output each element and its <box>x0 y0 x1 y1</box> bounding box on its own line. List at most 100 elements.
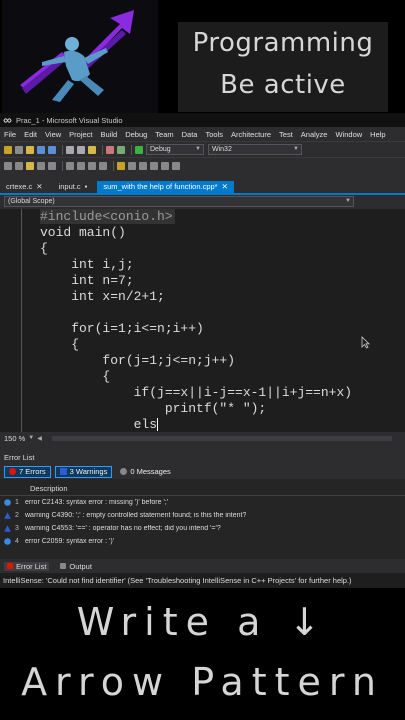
zoom-level[interactable]: 150 % <box>4 434 25 443</box>
warnings-filter-button[interactable]: 3 Warnings <box>54 465 113 478</box>
class-view-icon[interactable] <box>128 161 136 170</box>
start-debugging-icon[interactable] <box>135 145 143 154</box>
configuration-select[interactable]: Debug ▼ <box>146 144 204 155</box>
code-line-5: int n=7; <box>40 273 134 288</box>
scroll-left-icon[interactable]: ◀ <box>37 435 42 442</box>
menu-window[interactable]: Window <box>335 130 362 139</box>
save-all-icon[interactable] <box>48 145 56 154</box>
tab-error-list[interactable]: Error List <box>4 561 50 571</box>
close-icon[interactable]: ✕ <box>36 182 42 191</box>
tab-sum-label: sum_with the help of function.cpp* <box>103 182 218 191</box>
table-row[interactable]: 2 warning C4390: ';' : empty controlled … <box>0 509 405 522</box>
text-caret <box>157 418 159 432</box>
errors-filter-button[interactable]: 7 Errors <box>4 465 51 478</box>
menu-architecture[interactable]: Architecture <box>231 130 271 139</box>
row-description: warning C4390: ';' : empty controlled st… <box>25 512 247 519</box>
messages-count: 0 Messages <box>130 466 171 476</box>
chevron-down-icon[interactable]: ▼ <box>28 435 34 441</box>
error-filters: 7 Errors 3 Warnings 0 Messages <box>0 464 405 479</box>
row-number: 1 <box>15 499 19 506</box>
warning-icon <box>59 468 67 475</box>
menu-debug[interactable]: Debug <box>125 130 147 139</box>
menu-test[interactable]: Test <box>279 130 293 139</box>
warnings-count: 3 Warnings <box>69 466 108 476</box>
tab-output[interactable]: Output <box>57 562 95 571</box>
row-number: 3 <box>15 525 19 532</box>
warning-icon <box>4 512 11 519</box>
menu-project[interactable]: Project <box>69 130 92 139</box>
mouse-pointer-icon <box>361 336 370 349</box>
document-tabs: crtexe.c ✕ input.c ▪ sum_with the help of … <box>0 179 405 193</box>
code-line-9: { <box>40 337 80 352</box>
info-icon <box>120 468 128 475</box>
visual-studio-window: Prac_1 - Microsoft Visual Studio File Ed… <box>0 113 405 588</box>
copy-icon[interactable] <box>77 145 85 154</box>
tab-sum-with-function[interactable]: sum_with the help of function.cpp* ✕ <box>97 181 234 193</box>
code-line-8: for(i=1;i<=n;i++) <box>40 321 204 336</box>
bookmark-icon[interactable] <box>26 161 34 170</box>
lock-icon: ▪ <box>84 182 88 191</box>
table-row[interactable]: 3 warning C4553: '==' : operator has no … <box>0 522 405 535</box>
menu-edit[interactable]: Edit <box>24 130 37 139</box>
description-column-header[interactable]: Description <box>0 482 405 496</box>
toolbox-icon[interactable] <box>150 161 158 170</box>
standard-toolbar: Debug ▼ Win32 ▼ <box>0 141 405 157</box>
promo-box: Programming Be active <box>178 22 388 112</box>
paste-icon[interactable] <box>88 145 96 154</box>
menu-team[interactable]: Team <box>155 130 173 139</box>
menu-view[interactable]: View <box>45 130 61 139</box>
menu-build[interactable]: Build <box>101 130 118 139</box>
navigate-icon[interactable] <box>99 161 107 170</box>
code-line-2: void main() <box>40 225 126 240</box>
error-list-panel: Error List 7 Errors 3 Warnings 0 Message… <box>0 452 405 588</box>
window-title: Prac_1 - Microsoft Visual Studio <box>16 115 123 125</box>
new-project-icon[interactable] <box>4 145 12 154</box>
platform-select[interactable]: Win32 ▼ <box>208 144 302 155</box>
menu-tools[interactable]: Tools <box>205 130 223 139</box>
undo-icon[interactable] <box>106 145 114 154</box>
code-line-3: { <box>40 241 48 256</box>
table-row[interactable]: 1 error C2143: syntax error : missing ')… <box>0 496 405 509</box>
redo-icon[interactable] <box>117 145 125 154</box>
outdent-icon[interactable] <box>48 161 56 170</box>
status-bar: IntelliSense: 'Could not find identifier… <box>0 573 405 588</box>
code-line-13: printf("* "); <box>40 401 267 416</box>
messages-filter-button[interactable]: 0 Messages <box>116 466 174 478</box>
title-bar: Prac_1 - Microsoft Visual Studio <box>0 113 405 127</box>
properties-icon[interactable] <box>139 161 147 170</box>
replace-icon[interactable] <box>88 161 96 170</box>
caption-area: Write a ↓ Arrow Pattern <box>0 588 405 720</box>
uncomment-icon[interactable] <box>15 161 23 170</box>
scope-select[interactable]: (Global Scope) ▼ <box>4 196 354 207</box>
find-icon[interactable] <box>77 161 85 170</box>
code-line-1: #include<conio.h> <box>40 209 175 225</box>
open-folder-icon[interactable] <box>26 145 34 154</box>
close-icon[interactable]: ✕ <box>222 182 228 191</box>
tab-input[interactable]: input.c ▪ <box>53 181 94 193</box>
tab-error-list-label: Error List <box>16 561 47 571</box>
add-item-icon[interactable] <box>15 145 23 154</box>
top-banner: Programming Be active <box>0 0 405 113</box>
horizontal-scrollbar[interactable] <box>51 435 392 441</box>
save-icon[interactable] <box>37 145 45 154</box>
indent-icon[interactable] <box>37 161 45 170</box>
dancing-figure-arrow-icon <box>20 10 134 102</box>
format-icon[interactable] <box>66 161 74 170</box>
error-icon <box>4 538 11 545</box>
menu-help[interactable]: Help <box>370 130 385 139</box>
code-editor[interactable]: #include<conio.h> void main() { int i,j;… <box>0 209 405 432</box>
table-row[interactable]: 4 error C2059: syntax error : ')' <box>0 535 405 548</box>
outline-fold-line <box>21 209 22 432</box>
menu-file[interactable]: File <box>4 130 16 139</box>
row-description: warning C4553: '==' : operator has no ef… <box>25 525 221 532</box>
cut-icon[interactable] <box>66 145 74 154</box>
solution-icon[interactable] <box>117 161 125 170</box>
menu-data[interactable]: Data <box>182 130 198 139</box>
code-line-12: if(j==x||i-j==x-1||i+j==n+x) <box>40 385 353 400</box>
error-icon <box>9 468 16 475</box>
comment-icon[interactable] <box>4 161 12 170</box>
error-window-icon[interactable] <box>172 161 180 170</box>
output-icon[interactable] <box>161 161 169 170</box>
tab-crtexe[interactable]: crtexe.c ✕ <box>0 181 49 193</box>
menu-analyze[interactable]: Analyze <box>301 130 328 139</box>
